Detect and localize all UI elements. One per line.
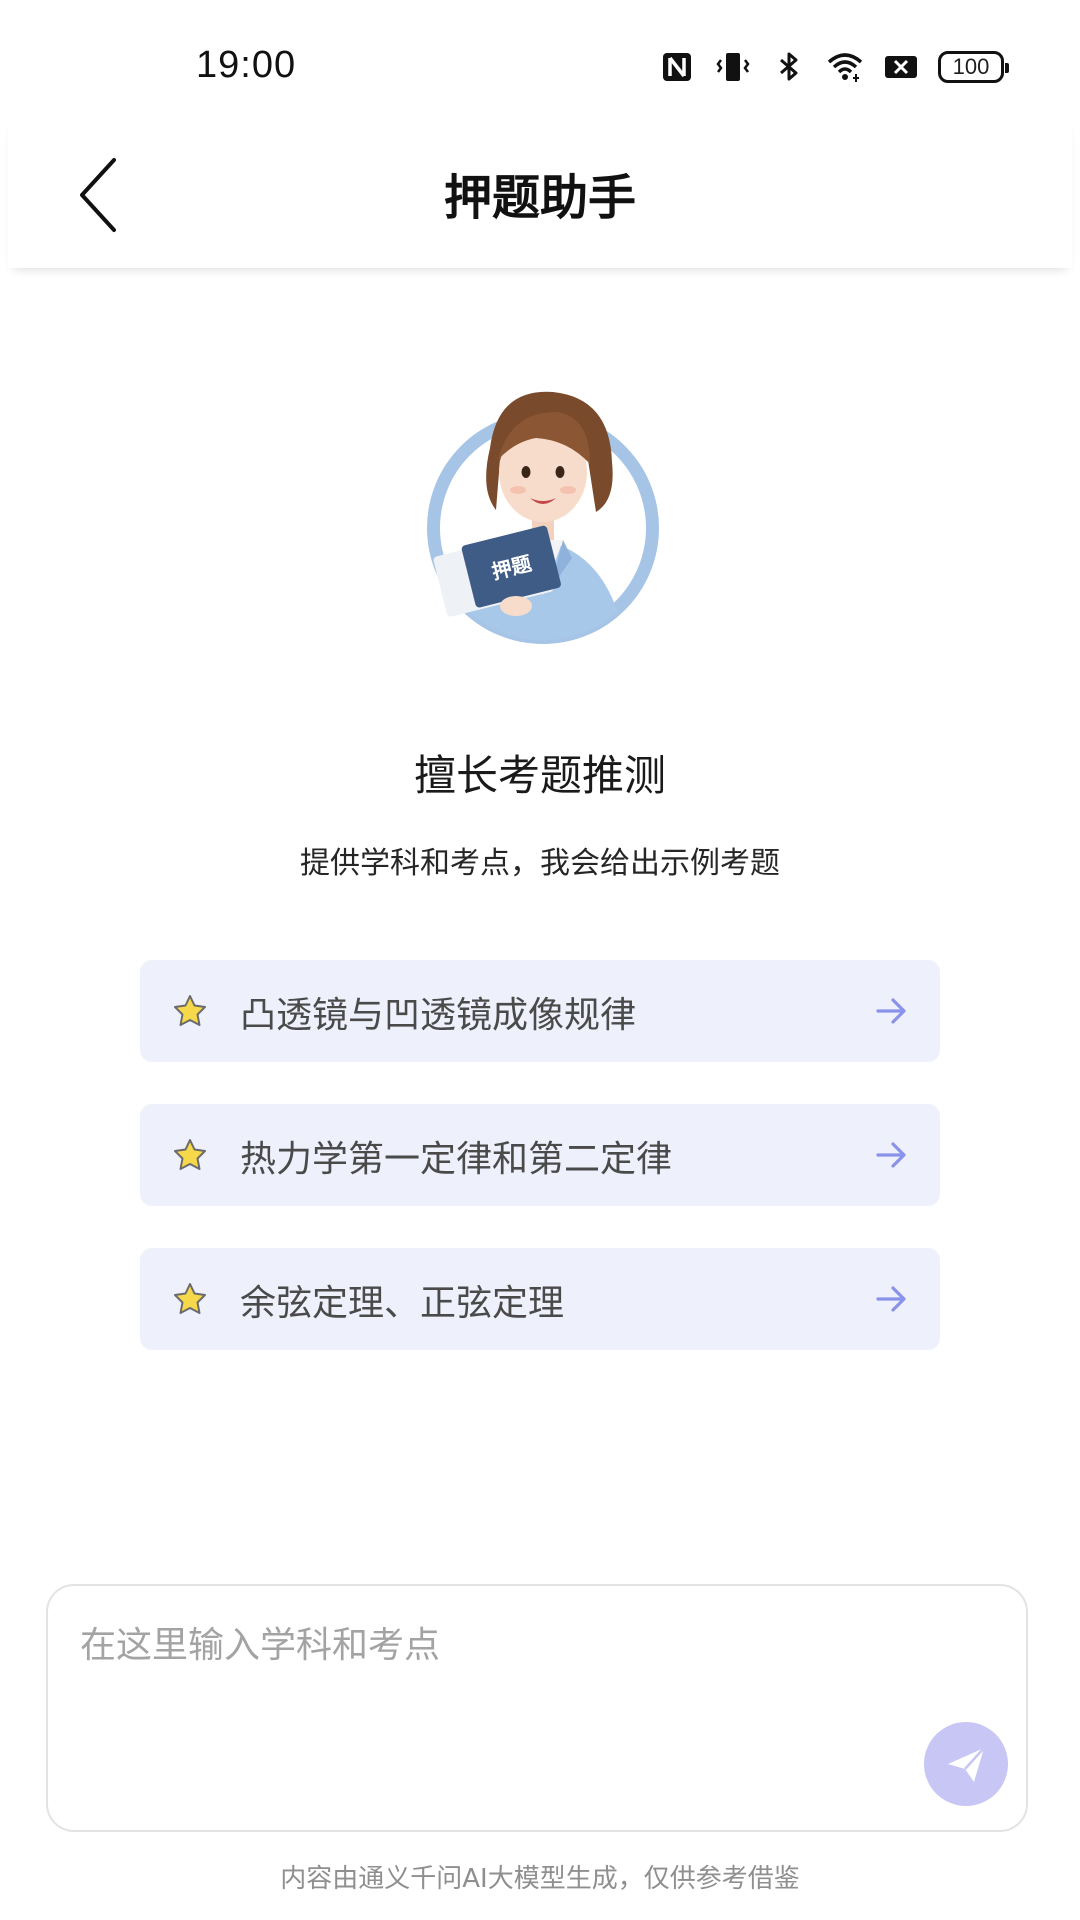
status-time: 19:00 bbox=[196, 44, 297, 86]
suggestion-label: 余弦定理、正弦定理 bbox=[240, 1283, 565, 1324]
page-title: 押题助手 bbox=[443, 170, 636, 226]
star-icon bbox=[174, 1283, 206, 1314]
suggestion-card[interactable]: 凸透镜与凹透镜成像规律 bbox=[140, 960, 940, 1062]
suggestion-card[interactable]: 热力学第一定律和第二定律 bbox=[140, 1104, 940, 1206]
send-button[interactable] bbox=[924, 1722, 1008, 1806]
suggestion-list: 凸透镜与凹透镜成像规律 热力学第一定律和第二定律 余弦定理、正弦定理 bbox=[140, 960, 940, 1392]
wifi-icon bbox=[827, 53, 863, 82]
arrow-right-icon bbox=[876, 1142, 906, 1168]
arrow-right-icon bbox=[876, 998, 906, 1024]
status-bar: 19:00 100 bbox=[0, 0, 1080, 120]
intro-subline: 提供学科和考点，我会给出示例考题 bbox=[300, 846, 780, 881]
suggestion-card[interactable]: 余弦定理、正弦定理 bbox=[140, 1248, 940, 1350]
app-header: 押题助手 bbox=[8, 120, 1072, 268]
input-container bbox=[46, 1584, 1028, 1832]
paper-plane-icon bbox=[948, 1747, 985, 1782]
vibrate-icon bbox=[716, 53, 750, 81]
suggestion-label: 热力学第一定律和第二定律 bbox=[240, 1139, 673, 1180]
star-icon bbox=[174, 1139, 206, 1170]
nfc-icon bbox=[663, 53, 691, 81]
arrow-right-icon bbox=[876, 1286, 906, 1312]
no-sim-icon bbox=[885, 56, 917, 78]
status-icons: 100 bbox=[658, 48, 1009, 86]
battery-icon: 100 bbox=[938, 51, 1009, 83]
suggestion-label: 凸透镜与凹透镜成像规律 bbox=[240, 995, 637, 1036]
assistant-avatar: 押题 bbox=[427, 391, 659, 644]
bluetooth-icon bbox=[780, 52, 798, 81]
topic-input[interactable] bbox=[78, 1614, 902, 1738]
ai-disclaimer: 内容由通义千问AI大模型生成，仅供参考借鉴 bbox=[280, 1864, 800, 1894]
star-icon bbox=[174, 995, 206, 1026]
intro-headline: 擅长考题推测 bbox=[413, 751, 666, 800]
